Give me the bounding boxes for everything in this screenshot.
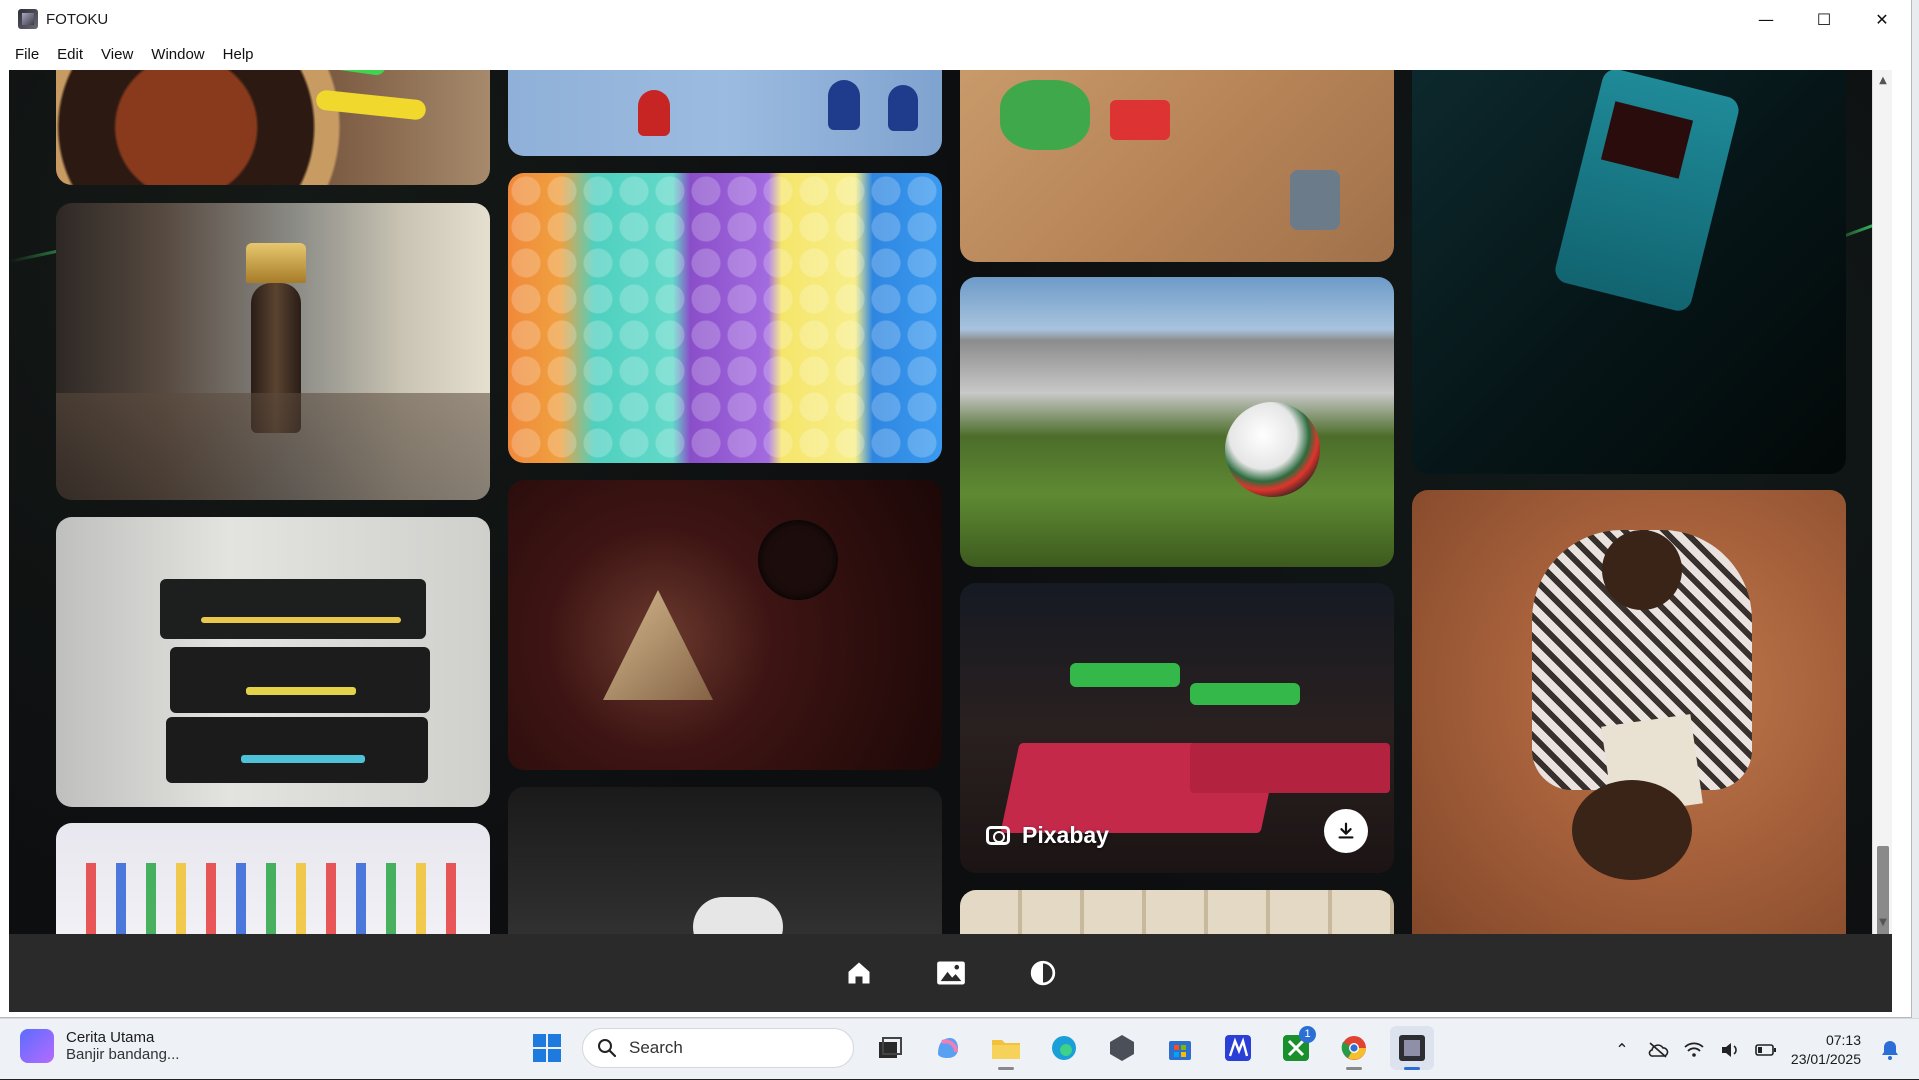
copilot-icon bbox=[938, 1038, 958, 1058]
close-button[interactable]: ✕ bbox=[1853, 0, 1911, 38]
maximize-button[interactable]: ☐ bbox=[1795, 0, 1853, 38]
chrome-browser-icon bbox=[1341, 1036, 1366, 1060]
photo-masonry-grid: Pixabay bbox=[9, 70, 1892, 934]
m-app-icon bbox=[1225, 1035, 1251, 1061]
taskbar-search-box[interactable]: Search bbox=[582, 1028, 854, 1068]
photo-tile-board-pieces[interactable] bbox=[508, 70, 942, 156]
menu-window[interactable]: Window bbox=[142, 42, 213, 67]
battery-icon[interactable] bbox=[1755, 1039, 1777, 1061]
taskbar-clock[interactable]: 07:13 23/01/2025 bbox=[1791, 1031, 1861, 1069]
edge-browser-icon bbox=[1052, 1036, 1076, 1060]
running-indicator bbox=[998, 1067, 1014, 1070]
photo-tile-board-game-players[interactable] bbox=[1412, 490, 1846, 934]
task-view-icon bbox=[879, 1037, 902, 1058]
scroll-down-arrow-icon[interactable]: ▼ bbox=[1873, 914, 1892, 932]
minimize-button[interactable]: — bbox=[1737, 0, 1795, 38]
show-hidden-icons-chevron-icon[interactable]: ⌃ bbox=[1611, 1039, 1633, 1061]
taskbar-edge[interactable] bbox=[1042, 1026, 1086, 1070]
news-widget[interactable]: Cerita Utama Banjir bandang... bbox=[20, 1029, 179, 1063]
photo-tile-cartridges[interactable] bbox=[56, 517, 490, 807]
nav-home-button[interactable] bbox=[844, 958, 874, 988]
menu-bar: File Edit View Window Help bbox=[0, 38, 1911, 70]
nav-gallery-button[interactable] bbox=[936, 958, 966, 988]
nav-theme-button[interactable] bbox=[1028, 958, 1058, 988]
widget-subtitle: Banjir bandang... bbox=[66, 1046, 180, 1063]
menu-file[interactable]: File bbox=[6, 42, 48, 67]
window-controls: — ☐ ✕ bbox=[1737, 0, 1911, 38]
hexagon-app-icon bbox=[1110, 1035, 1134, 1061]
cloud-offline-icon[interactable] bbox=[1647, 1039, 1669, 1061]
menu-view[interactable]: View bbox=[92, 42, 142, 67]
volume-icon[interactable] bbox=[1719, 1039, 1741, 1061]
running-indicator bbox=[1404, 1067, 1420, 1070]
running-indicator bbox=[1346, 1067, 1362, 1070]
system-tray: ⌃ 07:13 23/01/2025 bbox=[1611, 1019, 1919, 1080]
photo-tile-billiard-bar[interactable]: Pixabay bbox=[960, 583, 1394, 873]
photo-tile-gamepad-bw[interactable] bbox=[508, 787, 942, 934]
taskbar-apps: Search 1 bbox=[526, 1026, 1434, 1070]
menu-edit[interactable]: Edit bbox=[48, 42, 92, 67]
windows-logo-icon bbox=[533, 1034, 561, 1062]
start-button[interactable] bbox=[526, 1027, 568, 1069]
photo-tile-toy-pieces[interactable] bbox=[960, 70, 1394, 262]
notification-badge: 1 bbox=[1299, 1026, 1316, 1043]
task-view-button[interactable] bbox=[868, 1026, 912, 1070]
widget-title: Cerita Utama bbox=[66, 1029, 155, 1046]
photo-source-label: Pixabay bbox=[1022, 822, 1109, 848]
taskbar-app-hex[interactable] bbox=[1100, 1026, 1144, 1070]
store-icon bbox=[1169, 1041, 1191, 1060]
download-icon bbox=[1338, 822, 1354, 839]
photo-tile-pawns[interactable] bbox=[56, 823, 490, 934]
photo-source-caption: Pixabay bbox=[986, 822, 1109, 849]
photo-tile-shield-controller[interactable] bbox=[508, 480, 942, 770]
camera-icon bbox=[986, 826, 1010, 845]
photo-tile-wooden-blocks[interactable] bbox=[960, 890, 1394, 934]
taskbar-file-explorer[interactable] bbox=[984, 1026, 1028, 1070]
search-icon bbox=[598, 1039, 617, 1058]
photo-tile-chess[interactable] bbox=[56, 203, 490, 500]
clock-date: 23/01/2025 bbox=[1790, 1050, 1861, 1067]
photo-tile-darts[interactable] bbox=[56, 70, 490, 185]
app-icon bbox=[18, 9, 38, 29]
fotoku-app-icon bbox=[1399, 1035, 1425, 1061]
taskbar-store[interactable] bbox=[1158, 1026, 1202, 1070]
taskbar-fotoku[interactable] bbox=[1390, 1026, 1434, 1070]
theme-toggle-icon bbox=[1030, 960, 1055, 986]
photo-tile-gameboy[interactable] bbox=[1412, 70, 1846, 474]
bottom-navigation-bar bbox=[9, 934, 1892, 1012]
title-bar: FOTOKU — ☐ ✕ bbox=[0, 0, 1911, 38]
photo-tile-plush-toys[interactable] bbox=[508, 173, 942, 463]
folder-icon bbox=[992, 1040, 1020, 1059]
scroll-up-arrow-icon[interactable]: ▲ bbox=[1873, 72, 1892, 90]
taskbar-app-m[interactable] bbox=[1216, 1026, 1260, 1070]
menu-help[interactable]: Help bbox=[214, 42, 263, 67]
news-widget-icon bbox=[20, 1029, 54, 1063]
taskbar-chrome[interactable] bbox=[1332, 1026, 1376, 1070]
download-button[interactable] bbox=[1324, 809, 1368, 853]
gallery-area: Pixabay ▲ ▼ bbox=[9, 70, 1892, 934]
wifi-icon[interactable] bbox=[1683, 1039, 1705, 1061]
windows-taskbar: Cerita Utama Banjir bandang... Search 1 … bbox=[0, 1018, 1919, 1079]
vertical-scrollbar[interactable]: ▲ ▼ bbox=[1872, 70, 1892, 934]
clock-time: 07:13 bbox=[1825, 1031, 1861, 1048]
home-icon bbox=[848, 962, 869, 984]
gallery-icon bbox=[936, 961, 965, 985]
window-title: FOTOKU bbox=[46, 10, 109, 28]
photo-tile-stadium[interactable] bbox=[960, 277, 1394, 567]
notification-bell-icon[interactable] bbox=[1879, 1039, 1901, 1061]
search-placeholder: Search bbox=[629, 1038, 683, 1057]
taskbar-copilot[interactable] bbox=[926, 1026, 970, 1070]
taskbar-xbox[interactable]: 1 bbox=[1274, 1026, 1318, 1070]
